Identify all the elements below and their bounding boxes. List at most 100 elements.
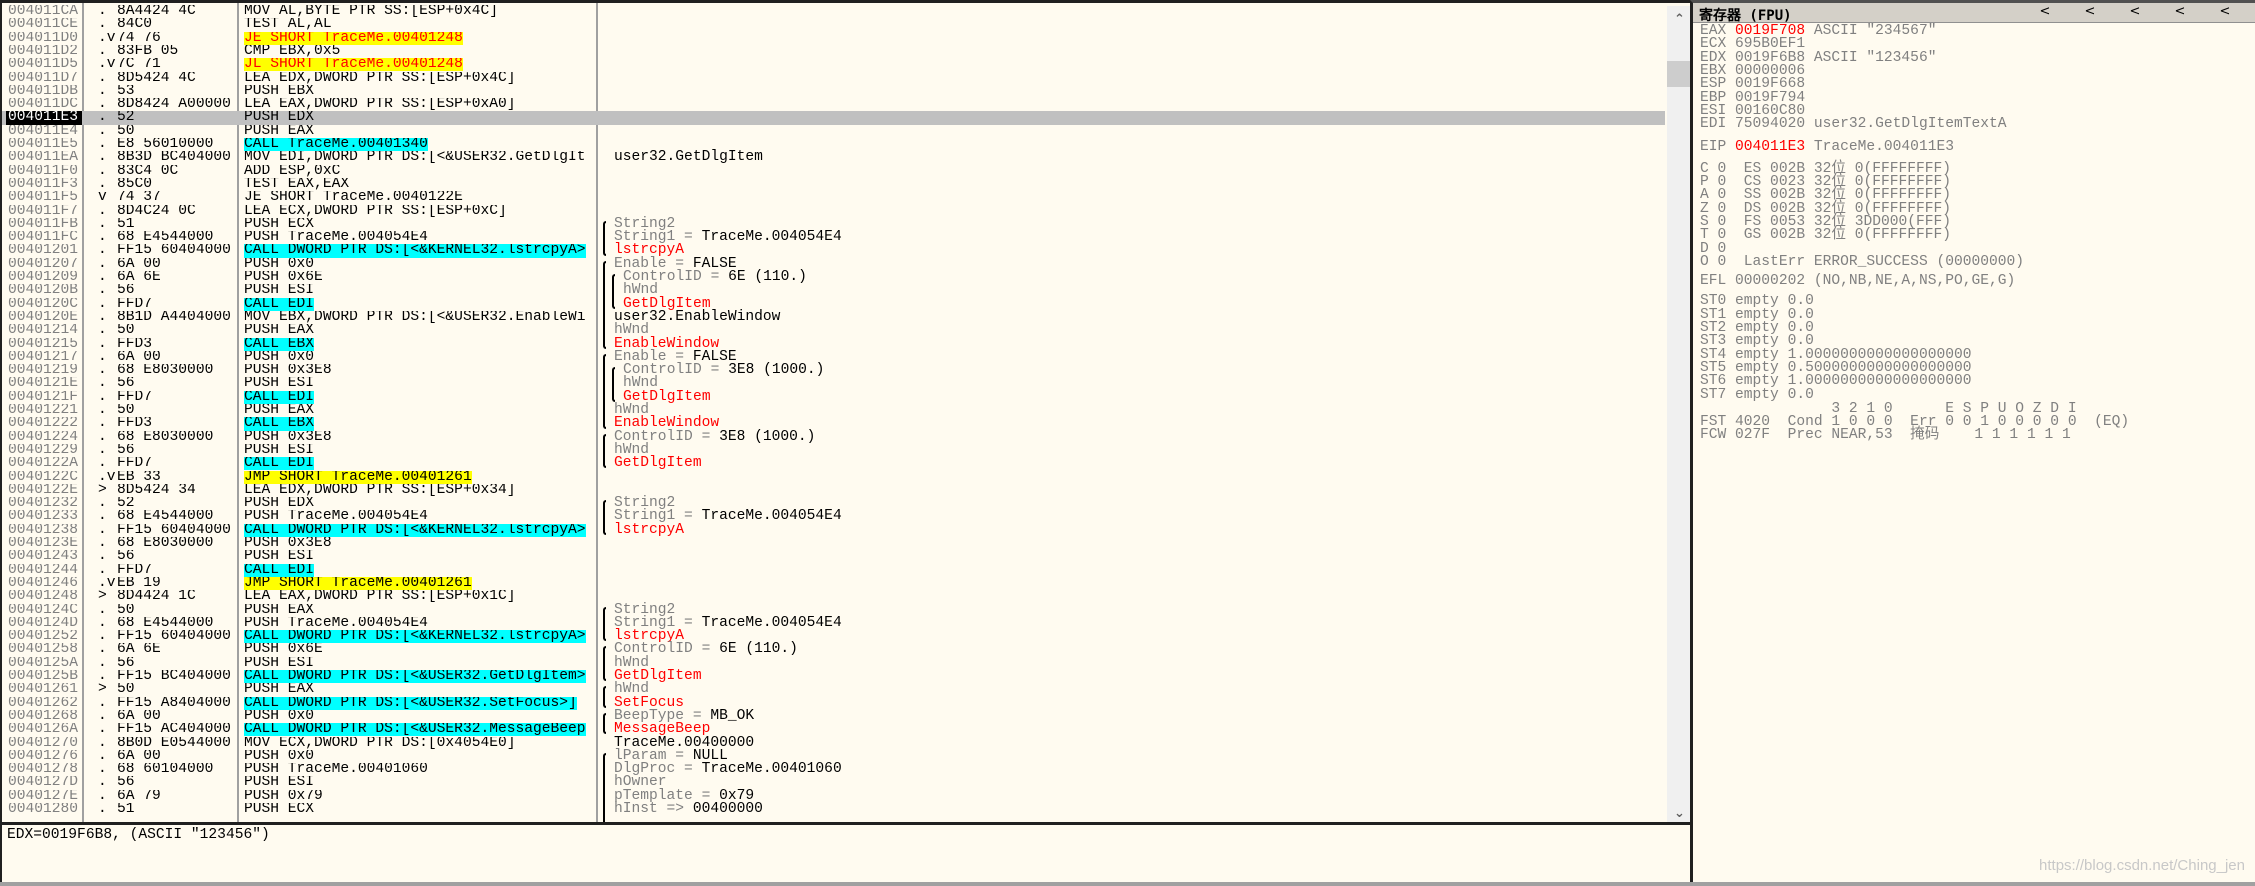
disasm-row[interactable]: 00401261 >50 PUSH EAX hWnd xyxy=(2,682,1665,697)
instruction: PUSH EDX xyxy=(244,111,596,124)
instruction: JL SHORT TraceMe.00401248 xyxy=(244,58,596,72)
disasm-row[interactable]: 00401219. 68 E8030000 PUSH 0x3E8 ControlID … xyxy=(2,363,1665,378)
disasm-row[interactable]: 0040121E. 56 PUSH ESI hWnd xyxy=(2,376,1665,391)
vertical-scrollbar[interactable]: ⌃ ⌄ xyxy=(1667,6,1690,822)
disasm-row[interactable]: 00401268. 6A 00 PUSH 0x0 BeepType = MB_OK xyxy=(2,708,1665,723)
disasm-row[interactable]: 004011F3. 85C0 TEST EAX,EAX xyxy=(2,176,1665,192)
registers-title-bar[interactable]: 寄存器 (FPU) < < < < < xyxy=(1693,3,2255,24)
disasm-row[interactable]: 00401248 >8D4424 1C LEA EAX,DWORD PTR SS:[… xyxy=(2,589,1665,604)
comment: user32.GetDlgItem xyxy=(614,149,763,166)
scroll-down-arrow-icon[interactable]: ⌄ xyxy=(1667,806,1690,821)
disasm-row[interactable]: 004011F7. 8D4C24 0C LEA ECX,DWORD PTR SS:[… xyxy=(2,203,1665,218)
disasm-row[interactable]: 004011DB. 53 PUSH EBX xyxy=(2,83,1665,98)
address: 004011D2 xyxy=(8,44,79,59)
disasm-row[interactable]: 004011D7. 8D5424 4C LEA EDX,DWORD PTR SS:[… xyxy=(2,70,1665,85)
disasm-row[interactable]: 00401214. 50 PUSH EAX hWnd xyxy=(2,323,1665,338)
nav-left-icon[interactable]: < xyxy=(2215,4,2235,19)
disasm-row[interactable]: 00401201. FF15 60404000 CALL DWORD PTR DS:… xyxy=(2,243,1665,258)
disasm-row[interactable]: 00401221. 50 PUSH EAX hWnd xyxy=(2,403,1665,418)
register-line[interactable]: O 0 LastErr ERROR_SUCCESS (00000000) xyxy=(1700,254,2024,269)
disasm-row[interactable]: 0040122C .v EB 33 JMP SHORT TraceMe.0040126… xyxy=(2,469,1665,484)
instruction: LEA EAX,DWORD PTR SS:[ESP+0x1C] xyxy=(244,590,596,603)
disasm-row[interactable]: 004011CE. 84C0 TEST AL,AL xyxy=(2,17,1665,32)
register-line[interactable]: EFL 00000202 (NO,NB,NE,A,NS,PO,GE,G) xyxy=(1700,274,2015,289)
nav-left-icon[interactable]: < xyxy=(2080,4,2100,19)
disasm-row[interactable]: 004011FC. 68 E4544000 PUSH TraceMe.004054E… xyxy=(2,230,1665,245)
disasm-row[interactable]: 004011DC. 8D8424 A00000 LEA EAX,DWORD PTR … xyxy=(2,97,1665,112)
disasm-row[interactable]: 004011D5 .v 7C 71 JL SHORT TraceMe.00401248 xyxy=(2,57,1665,72)
hex-bytes: 56 xyxy=(117,284,135,298)
disasm-row[interactable]: 0040127E. 6A 79 PUSH 0x79 pTemplate = 0x79 xyxy=(2,788,1665,803)
disasm-row[interactable]: 0040122A. FFD7 CALL EDI GetDlgItem xyxy=(2,455,1665,472)
address: 00401270 xyxy=(8,736,79,750)
register-text: EDI 75094020 user32.GetDlgItemTextA xyxy=(1700,116,2007,133)
disasm-row[interactable]: 004011E4. 50 PUSH EAX xyxy=(2,123,1665,138)
disasm-row[interactable]: 00401246 .v EB 19 JMP SHORT TraceMe.0040126… xyxy=(2,575,1665,590)
disasm-row[interactable]: 00401270. 8B0D E0544000 MOV ECX,DWORD PTR … xyxy=(2,735,1665,750)
disasm-row[interactable]: 00401209. 6A 6E PUSH 0x6E ControlID = 6E (1… xyxy=(2,270,1665,285)
disasm-row[interactable]: 00401258. 6A 6E PUSH 0x6E ControlID = 6E (1… xyxy=(2,642,1665,657)
hex-bytes: 6A 6E xyxy=(117,643,161,657)
disasm-row[interactable]: 004011D0 .v 74 76 JE SHORT TraceMe.00401248 xyxy=(2,30,1665,45)
register-line[interactable]: ST7 empty 0.0 xyxy=(1700,387,1814,402)
disasm-row[interactable]: 0040120C. FFD7 CALL EDI GetDlgItem xyxy=(2,296,1665,311)
disasm-row[interactable]: 00401262. FF15 A8404000 CALL DWORD PTR DS:… xyxy=(2,695,1665,710)
instruction-text: PUSH ECX xyxy=(244,803,315,817)
hex-bytes: 8D5424 4C xyxy=(117,71,196,85)
address: 0040120E xyxy=(8,310,79,325)
disasm-row[interactable]: 00401244. FFD7 CALL EDI xyxy=(2,562,1665,577)
disasm-row[interactable]: 00401233. 68 E4544000 PUSH TraceMe.004054E… xyxy=(2,509,1665,524)
instruction: PUSH EAX xyxy=(244,324,596,337)
disasm-row[interactable]: 00401243. 56 PUSH ESI xyxy=(2,549,1665,564)
comment-part: GetDlgItem xyxy=(614,455,702,472)
disasm-row[interactable]: 00401222. FFD3 CALL EBX EnableWindow xyxy=(2,416,1665,431)
disasm-row[interactable]: 0040125A. 56 PUSH ESI hWnd xyxy=(2,655,1665,670)
disasm-row[interactable]: 00401278. 68 60104000 PUSH TraceMe.0040106… xyxy=(2,762,1665,777)
disasm-row[interactable]: 0040127D. 56 PUSH ESI hOwner xyxy=(2,775,1665,790)
disasm-row[interactable]: 00401207. 6A 00 PUSH 0x0 Enable = FALSE xyxy=(2,256,1665,271)
register-line[interactable]: FCW 027F Prec NEAR,53 掩码 1 1 1 1 1 1 xyxy=(1700,428,2071,443)
disasm-row[interactable]: 004011F5 v 74 37 JE SHORT TraceMe.0040122E xyxy=(2,190,1665,205)
disasm-row[interactable]: 0040123E. 68 E8030000 PUSH 0x3E8 xyxy=(2,536,1665,551)
register-line[interactable]: EIP 004011E3 TraceMe.004011E3 xyxy=(1700,140,1954,155)
disasm-row[interactable]: 00401238. FF15 60404000 CALL DWORD PTR DS:… xyxy=(2,522,1665,537)
instruction: PUSH TraceMe.00401060 xyxy=(244,763,596,776)
disassembly-pane[interactable]: 004011CA. 8A4424 4C MOV AL,BYTE PTR SS:[ES… xyxy=(0,0,1690,822)
bottom-tab-strip[interactable] xyxy=(0,882,2255,886)
instruction-text: LEA ECX,DWORD PTR SS:[ESP+0xC] xyxy=(244,204,507,218)
register-line[interactable]: T 0 GS 002B 32位 0(FFFFFFFF) xyxy=(1700,228,1951,243)
instruction: PUSH 0x6E xyxy=(244,643,596,656)
disasm-row[interactable]: 00401229. 56 PUSH ESI hWnd xyxy=(2,442,1665,457)
register-line[interactable]: EDI 75094020 user32.GetDlgItemTextA xyxy=(1700,116,2007,133)
disasm-row[interactable]: 0040120B. 56 PUSH ESI hWnd xyxy=(2,283,1665,298)
disasm-row[interactable]: 00401217. 6A 00 PUSH 0x0 Enable = FALSE xyxy=(2,349,1665,364)
hex-bytes: 85C0 xyxy=(117,177,153,192)
disasm-row[interactable]: 0040125B. FF15 BC404000 CALL DWORD PTR DS:… xyxy=(2,669,1665,684)
scroll-up-arrow-icon[interactable]: ⌃ xyxy=(1667,12,1690,27)
comment: GetDlgItem xyxy=(614,455,702,472)
instruction-text: PUSH ESI xyxy=(244,550,315,564)
disasm-row[interactable]: 0040121F. FFD7 CALL EDI GetDlgItem xyxy=(2,389,1665,404)
disasm-row[interactable]: 004011CA. 8A4424 4C MOV AL,BYTE PTR SS:[ES… xyxy=(2,4,1665,19)
disasm-row[interactable]: 004011D2. 83FB 05 CMP EBX,0x5 xyxy=(2,43,1665,59)
scrollbar-thumb[interactable] xyxy=(1667,61,1690,87)
disasm-row[interactable]: 0040126A. FF15 AC404000 CALL DWORD PTR DS:… xyxy=(2,722,1665,737)
disasm-row[interactable]: 0040120E. 8B1D A4404000 MOV EBX,DWORD PTR … xyxy=(2,309,1665,325)
nav-left-icon[interactable]: < xyxy=(2170,4,2190,19)
disasm-row[interactable]: 004011E5. E8 56010000 CALL TraceMe.0040134… xyxy=(2,137,1665,151)
disasm-row[interactable]: 00401252. FF15 60404000 CALL DWORD PTR DS:… xyxy=(2,629,1665,644)
disasm-row[interactable]: 004011E3. 52 PUSH EDX xyxy=(2,110,1665,125)
registers-pane[interactable]: 寄存器 (FPU) < < < < < EAX 0019F708 ASCII "… xyxy=(1690,0,2255,882)
disasm-row[interactable]: 0040122E >8D5424 34 LEA EDX,DWORD PTR SS:[… xyxy=(2,482,1665,497)
disasm-row[interactable]: 004011F0. 83C4 0C ADD ESP,0xC xyxy=(2,163,1665,178)
disasm-row[interactable]: 00401224. 68 E8030000 PUSH 0x3E8 ControlID … xyxy=(2,429,1665,444)
comment-part: user32.GetDlgItem xyxy=(614,149,763,166)
disasm-row[interactable]: 0040124D. 68 E4544000 PUSH TraceMe.004054E… xyxy=(2,615,1665,630)
nav-left-icon[interactable]: < xyxy=(2125,4,2145,19)
address: 0040125B xyxy=(8,670,79,684)
instruction-text: MOV ECX,DWORD PTR DS:[0x4054E0] xyxy=(244,736,516,750)
disasm-row[interactable]: 00401280. 51 PUSH ECX hInst => 00400000 xyxy=(2,802,1665,817)
disasm-row[interactable]: 00401215. FFD3 CALL EBX EnableWindow xyxy=(2,336,1665,351)
disasm-row[interactable]: 004011EA. 8B3D BC404000 MOV EDI,DWORD PTR … xyxy=(2,149,1665,166)
nav-left-icon[interactable]: < xyxy=(2035,4,2055,19)
